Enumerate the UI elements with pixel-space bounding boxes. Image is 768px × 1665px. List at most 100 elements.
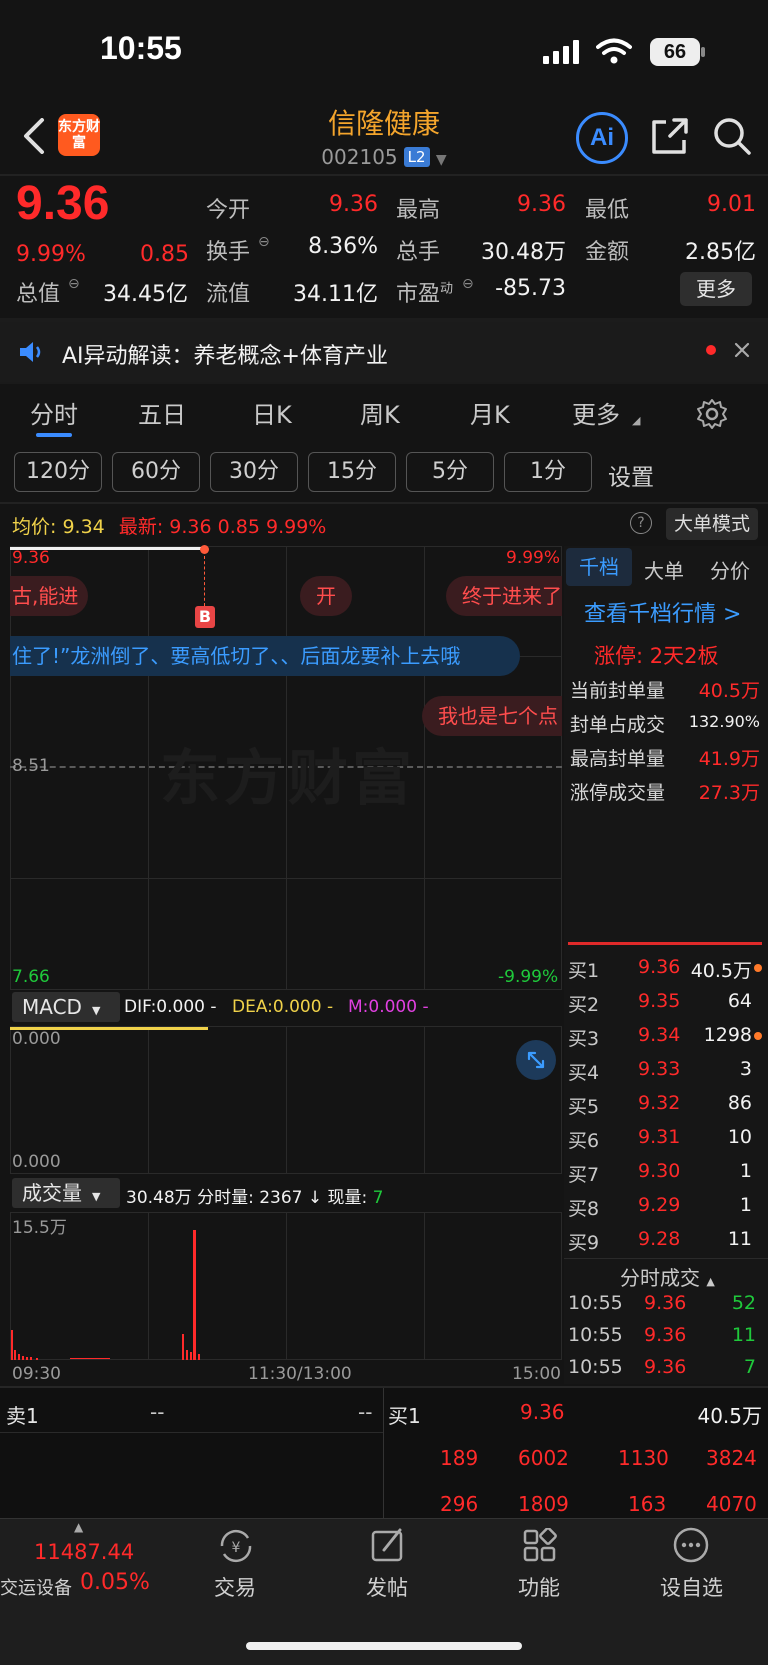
turnover-value: 8.36% bbox=[308, 234, 378, 259]
bid-level-label: 买7 bbox=[568, 1164, 600, 1186]
index-value[interactable]: 11487.44 bbox=[34, 1540, 134, 1564]
tab-big-orders[interactable]: 大单 bbox=[644, 555, 684, 584]
comment-bubble[interactable]: 我也是七个点 bbox=[422, 696, 562, 736]
period-1min-button[interactable]: 1分 bbox=[504, 452, 592, 492]
volume-label: 总手 bbox=[396, 240, 441, 265]
stat-label: 封单占成交 bbox=[570, 714, 666, 736]
bid-level-label: 买9 bbox=[568, 1232, 600, 1254]
order-change-dot bbox=[754, 964, 762, 972]
tab-more[interactable]: 更多 bbox=[572, 395, 620, 430]
x-axis-start: 09:30 bbox=[12, 1364, 61, 1384]
tab-daily-k[interactable]: 日K bbox=[252, 395, 292, 430]
tab-monthly-k[interactable]: 月K bbox=[470, 395, 510, 430]
expand-button[interactable] bbox=[516, 1040, 556, 1080]
info-icon[interactable]: ⊖ bbox=[258, 234, 270, 250]
period-30min-button[interactable]: 30分 bbox=[210, 452, 298, 492]
bid-row[interactable]: 买1 9.36 40.5万 bbox=[566, 956, 766, 990]
market-cap-label: 总值 bbox=[16, 282, 61, 307]
macd-m: M:0.000 - bbox=[348, 997, 429, 1017]
close-icon[interactable] bbox=[734, 342, 750, 358]
bid-price: 9.32 bbox=[638, 1092, 681, 1114]
help-icon[interactable]: ? bbox=[630, 512, 652, 534]
buy1-price: 9.36 bbox=[520, 1400, 565, 1424]
info-icon[interactable]: ⊖ bbox=[68, 276, 80, 292]
tick-price: 9.36 bbox=[644, 1356, 687, 1378]
period-5min-button[interactable]: 5分 bbox=[406, 452, 494, 492]
tab-weekly-k[interactable]: 周K bbox=[360, 395, 400, 430]
latest-price-dot bbox=[200, 545, 209, 554]
gear-icon[interactable] bbox=[696, 398, 728, 430]
functions-icon bbox=[523, 1528, 557, 1562]
functions-button[interactable]: 功能 bbox=[518, 1572, 560, 1602]
bid-volume: 1 bbox=[739, 1194, 752, 1216]
sell1-volume: -- bbox=[358, 1400, 373, 1424]
buy-marker[interactable]: B bbox=[195, 606, 215, 628]
stock-code: 002105 bbox=[321, 145, 398, 169]
tick-row: 10:55 9.36 7 bbox=[566, 1356, 766, 1386]
battery-tip bbox=[701, 47, 705, 57]
tick-price: 9.36 bbox=[644, 1292, 687, 1314]
macd-indicator-select[interactable]: MACD ▼ bbox=[12, 992, 120, 1022]
more-button[interactable]: 更多 bbox=[680, 272, 752, 306]
tab-intraday[interactable]: 分时 bbox=[30, 395, 78, 430]
period-120min-button[interactable]: 120分 bbox=[14, 452, 102, 492]
y-axis-mid: 8.51 bbox=[12, 756, 50, 776]
current-price: 9.36 bbox=[16, 177, 110, 230]
high-label: 最高 bbox=[396, 198, 441, 223]
tab-order-book-1000[interactable]: 千档 bbox=[566, 548, 632, 586]
search-icon[interactable] bbox=[712, 116, 752, 156]
period-settings-button[interactable]: 设置 bbox=[608, 458, 654, 492]
big-order-mode-button[interactable]: 大单模式 bbox=[666, 508, 758, 540]
comment-bubble[interactable]: 住了!”龙洲倒了、要高低切了、、后面龙要补上去哦 bbox=[10, 636, 520, 676]
share-icon[interactable] bbox=[650, 116, 690, 156]
amount-label: 金额 bbox=[585, 240, 630, 265]
bid-volume: 3 bbox=[739, 1058, 752, 1080]
battery-indicator: 66 bbox=[650, 38, 700, 66]
period-60min-button[interactable]: 60分 bbox=[112, 452, 200, 492]
stat-label: 涨停成交量 bbox=[570, 782, 666, 804]
bid-row[interactable]: 买8 9.29 1 bbox=[566, 1194, 766, 1228]
dropdown-arrow-icon: ▼ bbox=[435, 152, 447, 168]
volume-indicator-select[interactable]: 成交量 ▼ bbox=[12, 1178, 120, 1208]
bid-price: 9.36 bbox=[638, 956, 681, 978]
ticks-title[interactable]: 分时成交 ▲ bbox=[620, 1262, 715, 1291]
post-button[interactable]: 发帖 bbox=[366, 1572, 408, 1602]
bid-row[interactable]: 买7 9.30 1 bbox=[566, 1160, 766, 1194]
bid-volume: 40.5万 bbox=[690, 960, 752, 982]
high-value: 9.36 bbox=[517, 192, 566, 217]
comment-bubble[interactable]: 古,能进 bbox=[10, 576, 88, 616]
bid-row[interactable]: 买3 9.34 1298 bbox=[566, 1024, 766, 1058]
tick-volume: 7 bbox=[743, 1356, 756, 1378]
comment-bubble[interactable]: 开 bbox=[300, 576, 352, 616]
index-percent[interactable]: 0.05% bbox=[80, 1570, 150, 1595]
bid-row[interactable]: 买4 9.33 3 bbox=[566, 1058, 766, 1092]
macd-dea: DEA:0.000 - bbox=[232, 997, 334, 1017]
corner-triangle-icon: ◢ bbox=[632, 414, 641, 427]
bid-row[interactable]: 买9 9.28 11 bbox=[566, 1228, 766, 1262]
bid-row[interactable]: 买5 9.32 86 bbox=[566, 1092, 766, 1126]
stat-value: 41.9万 bbox=[698, 748, 760, 770]
buy1-label: 买1 bbox=[388, 1404, 421, 1428]
view-order-book-link[interactable]: 查看千档行情 > bbox=[584, 596, 741, 628]
trade-button[interactable]: 交易 bbox=[214, 1572, 256, 1602]
period-15min-button[interactable]: 15分 bbox=[308, 452, 396, 492]
tab-price-distribution[interactable]: 分价 bbox=[710, 555, 750, 584]
bid-row[interactable]: 买2 9.35 64 bbox=[566, 990, 766, 1024]
index-name[interactable]: 交运设备 bbox=[0, 1574, 72, 1600]
bid-price: 9.34 bbox=[638, 1024, 681, 1046]
post-icon bbox=[371, 1528, 403, 1562]
tab-five-day[interactable]: 五日 bbox=[138, 395, 186, 430]
x-axis-end: 15:00 bbox=[512, 1364, 561, 1384]
expand-up-icon[interactable]: ▲ bbox=[74, 1520, 83, 1534]
add-watchlist-button[interactable]: 设自选 bbox=[660, 1572, 723, 1602]
comment-bubble[interactable]: 终于进来了 bbox=[446, 576, 562, 616]
unread-dot bbox=[706, 345, 716, 355]
tick-volume: 11 bbox=[731, 1324, 756, 1346]
ai-button[interactable]: Ai bbox=[576, 112, 628, 164]
bid-row[interactable]: 买6 9.31 10 bbox=[566, 1126, 766, 1160]
info-icon[interactable]: ⊖ bbox=[462, 276, 474, 292]
bid-volume: 86 bbox=[727, 1092, 752, 1114]
pct-axis-bottom: -9.99% bbox=[498, 967, 559, 987]
queue-cell: 3824 bbox=[706, 1446, 757, 1470]
open-label: 今开 bbox=[206, 198, 251, 223]
